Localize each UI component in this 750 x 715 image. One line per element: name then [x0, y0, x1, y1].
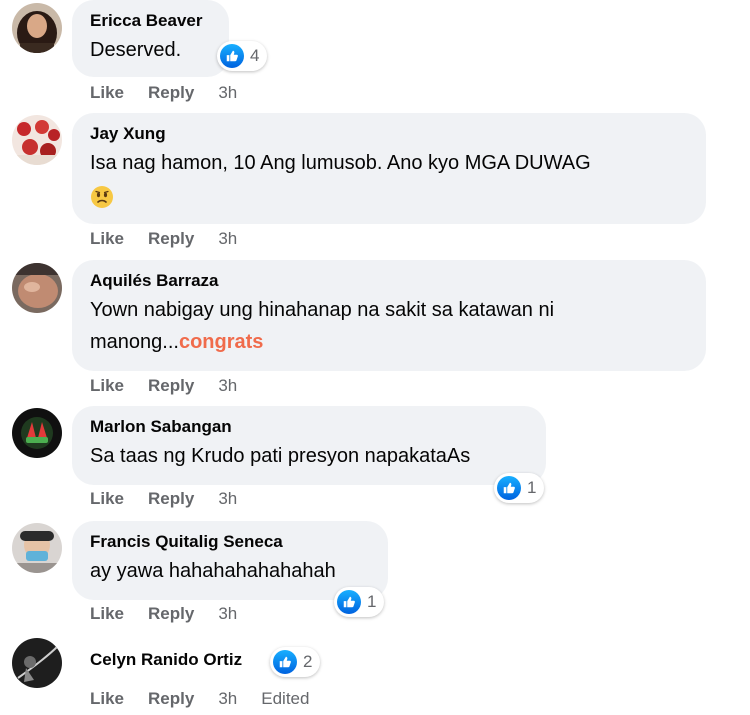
comment-text: Deserved.	[90, 39, 182, 61]
reaction-count: 4	[250, 46, 260, 65]
comment-author[interactable]: Aquilés Barraza	[90, 270, 688, 292]
comment-timestamp[interactable]: 3h	[218, 604, 237, 624]
reaction-summary[interactable]: 4	[217, 41, 268, 71]
comment-actions: Like Reply 3h	[90, 229, 261, 249]
comment-text: Isa nag hamon, 10 Ang lumusob. Ano kyo M…	[90, 147, 688, 219]
like-button[interactable]: Like	[90, 376, 124, 396]
reaction-count: 2	[303, 652, 313, 671]
like-reaction-icon	[497, 476, 521, 500]
reaction-summary[interactable]: 1	[494, 473, 545, 503]
reply-button[interactable]: Reply	[148, 604, 194, 624]
comment-actions: Like Reply 3h Edited	[90, 689, 309, 709]
comment-bubble: Aquilés Barraza Yown nabigay ung hinahan…	[72, 260, 706, 371]
like-reaction-icon	[337, 590, 361, 614]
comment-text-body: Isa nag hamon, 10 Ang lumusob. Ano kyo M…	[90, 152, 591, 174]
like-button[interactable]: Like	[90, 229, 124, 249]
reaction-summary[interactable]: 2	[270, 647, 321, 677]
like-button[interactable]: Like	[90, 83, 124, 103]
comment-bubble: Jay Xung Isa nag hamon, 10 Ang lumusob. …	[72, 113, 706, 224]
worried-face-icon	[90, 185, 114, 209]
avatar[interactable]	[12, 408, 62, 458]
like-reaction-icon	[220, 44, 244, 68]
comment-timestamp[interactable]: 3h	[218, 229, 237, 249]
avatar[interactable]	[12, 523, 62, 573]
comment-actions: Like Reply 3h	[90, 604, 261, 624]
avatar[interactable]	[12, 115, 62, 165]
comment-author[interactable]: Francis Quitalig Seneca	[90, 531, 370, 553]
avatar[interactable]	[12, 3, 62, 53]
comment-timestamp[interactable]: 3h	[218, 376, 237, 396]
comment-bubble: Ericca Beaver Deserved.	[72, 0, 229, 77]
like-reaction-icon	[273, 650, 297, 674]
reply-button[interactable]: Reply	[148, 83, 194, 103]
reaction-summary[interactable]: 1	[334, 587, 385, 617]
avatar[interactable]	[12, 263, 62, 313]
comment-author[interactable]: Celyn Ranido Ortiz	[90, 649, 242, 671]
reply-button[interactable]: Reply	[148, 689, 194, 709]
comment-bubble: Marlon Sabangan Sa taas ng Krudo pati pr…	[72, 406, 546, 485]
edited-label[interactable]: Edited	[261, 689, 309, 709]
comment-text-body: Yown nabigay ung hinahanap na sakit sa k…	[90, 299, 555, 353]
like-button[interactable]: Like	[90, 489, 124, 509]
comment-timestamp[interactable]: 3h	[218, 489, 237, 509]
comment-author[interactable]: Marlon Sabangan	[90, 416, 528, 438]
like-button[interactable]: Like	[90, 689, 124, 709]
avatar[interactable]	[12, 638, 62, 688]
reply-button[interactable]: Reply	[148, 489, 194, 509]
reply-button[interactable]: Reply	[148, 229, 194, 249]
reaction-count: 1	[367, 592, 377, 611]
like-button[interactable]: Like	[90, 604, 124, 624]
comment-text: ay yawa hahahahahahahah	[90, 560, 336, 582]
reaction-count: 1	[527, 478, 537, 497]
comment-author[interactable]: Ericca Beaver	[90, 10, 211, 32]
comments-feed: Ericca Beaver Deserved. 4 Like Reply 3h	[0, 0, 750, 715]
comment-author[interactable]: Jay Xung	[90, 123, 688, 145]
reply-button[interactable]: Reply	[148, 376, 194, 396]
comment-text: Sa taas ng Krudo pati presyon napakataAs	[90, 445, 471, 467]
comment-actions: Like Reply 3h	[90, 83, 261, 103]
comment-text: Yown nabigay ung hinahanap na sakit sa k…	[90, 294, 688, 358]
comment-actions: Like Reply 3h	[90, 489, 261, 509]
comment-timestamp[interactable]: 3h	[218, 83, 237, 103]
mention-link[interactable]: congrats	[179, 331, 263, 353]
comment-actions: Like Reply 3h	[90, 376, 261, 396]
comment-timestamp[interactable]: 3h	[218, 689, 237, 709]
